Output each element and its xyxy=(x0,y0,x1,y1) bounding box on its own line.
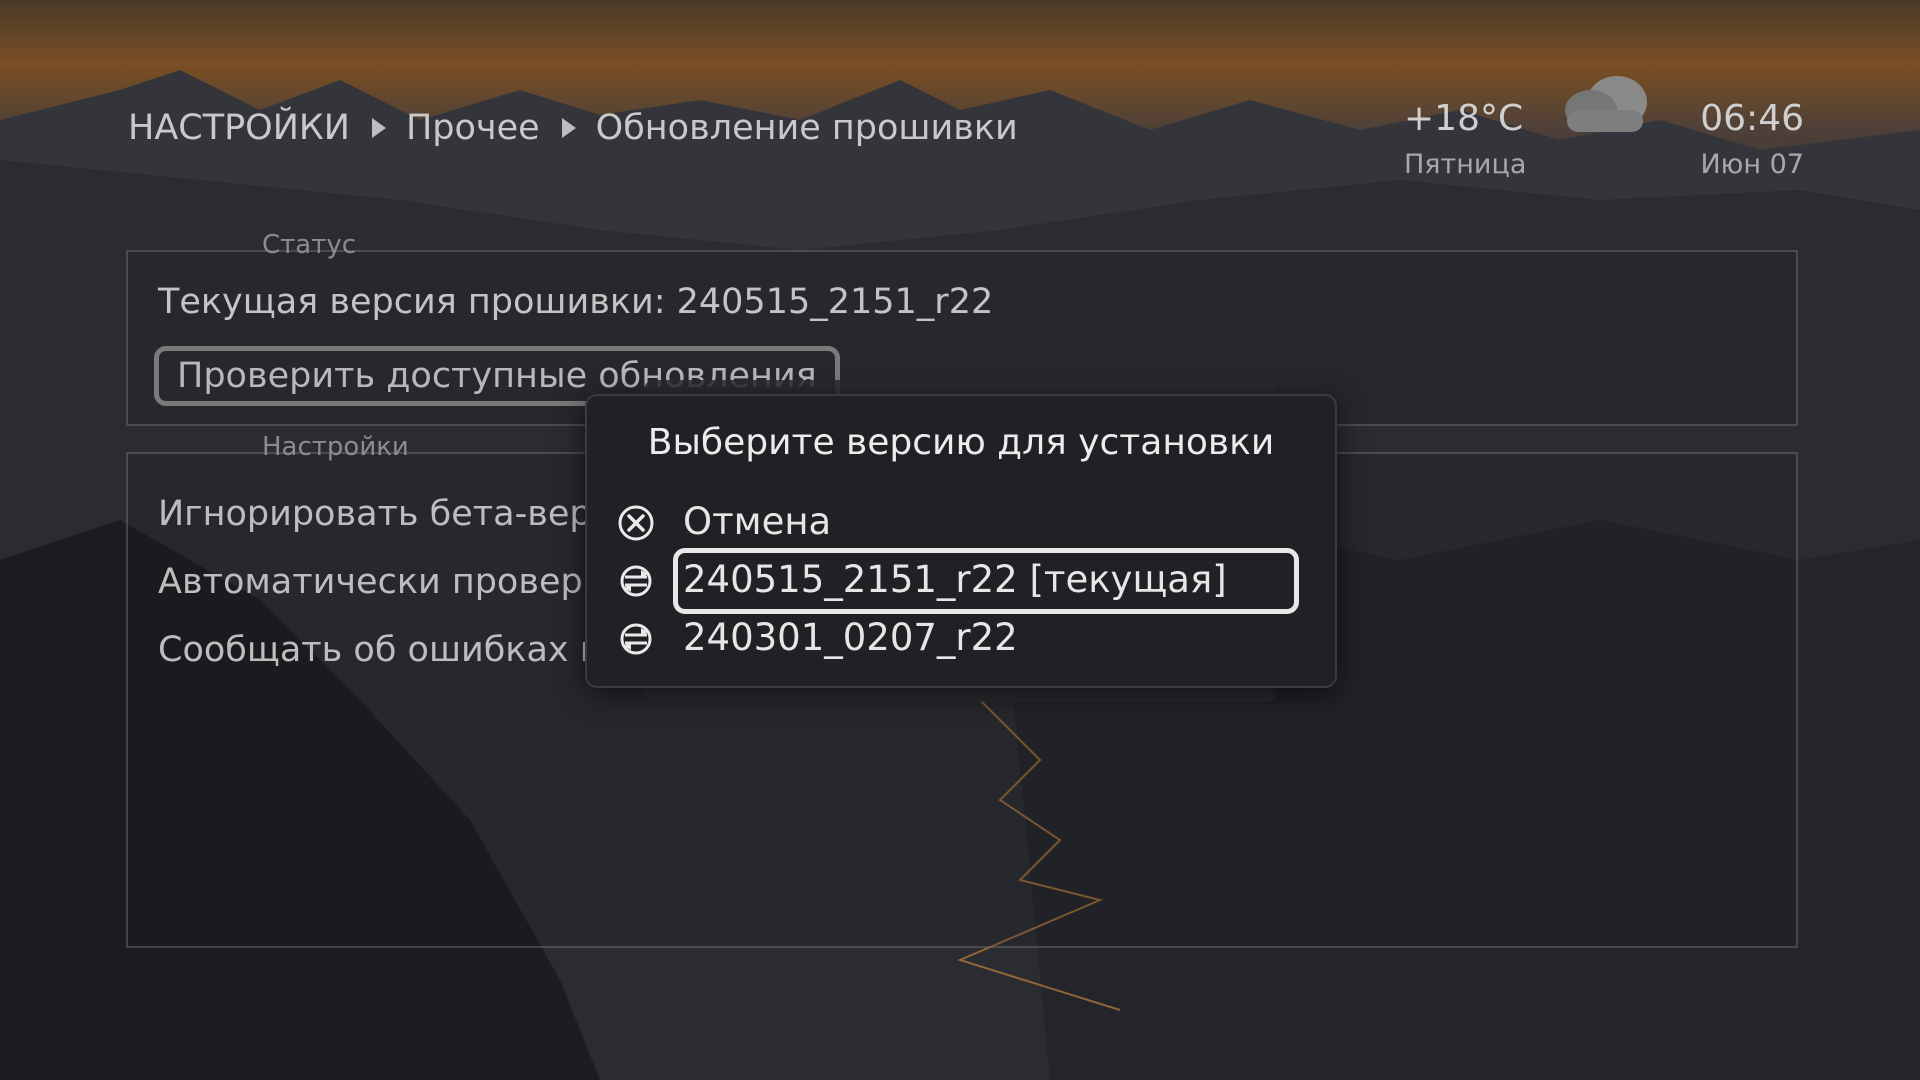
setting-ignore-beta[interactable]: Игнорировать бета-вер xyxy=(158,494,592,534)
breadcrumb-item-other[interactable]: Прочее xyxy=(406,108,540,148)
cloud-icon xyxy=(1565,76,1647,132)
breadcrumb-arrow-icon xyxy=(561,118,576,138)
cancel-icon xyxy=(618,505,654,541)
option-label: 240515_2151_r22 [текущая] xyxy=(683,558,1227,601)
breadcrumb-item-firmware-update: Обновление прошивки xyxy=(595,108,1018,148)
weather-temperature: +18°C xyxy=(1404,98,1524,139)
setting-auto-check[interactable]: Автоматически проверя xyxy=(158,562,604,602)
option-cancel[interactable]: Отмена xyxy=(587,494,1335,550)
weather-day: Пятница xyxy=(1404,149,1527,180)
breadcrumb-item-settings[interactable]: НАСТРОЙКИ xyxy=(128,108,350,148)
breadcrumb: НАСТРОЙКИ Прочее Обновление прошивки xyxy=(128,108,1018,148)
status-group-title: Статус xyxy=(262,230,357,260)
option-version-current[interactable]: 240515_2151_r22 [текущая] xyxy=(587,548,1335,614)
version-select-dialog: Выберите версию для установки Отмена 240… xyxy=(585,394,1337,688)
option-label: 240301_0207_r22 xyxy=(683,616,1018,659)
option-version-previous[interactable]: 240301_0207_r22 xyxy=(587,610,1335,666)
update-icon xyxy=(620,565,652,597)
weather-widget: +18°C Пятница xyxy=(1404,98,1526,180)
clock-time: 06:46 xyxy=(1700,98,1804,139)
clock-date: Июн 07 xyxy=(1700,149,1804,180)
dialog-title: Выберите версию для установки xyxy=(647,422,1275,463)
update-icon xyxy=(620,623,652,655)
settings-group-title: Настройки xyxy=(262,432,409,462)
breadcrumb-arrow-icon xyxy=(371,118,386,138)
setting-report-errors[interactable]: Сообщать об ошибках п xyxy=(158,630,603,670)
clock-widget: 06:46 Июн 07 xyxy=(1700,98,1804,180)
option-label: Отмена xyxy=(683,500,832,543)
current-firmware-version: Текущая версия прошивки: 240515_2151_r22 xyxy=(158,282,994,322)
